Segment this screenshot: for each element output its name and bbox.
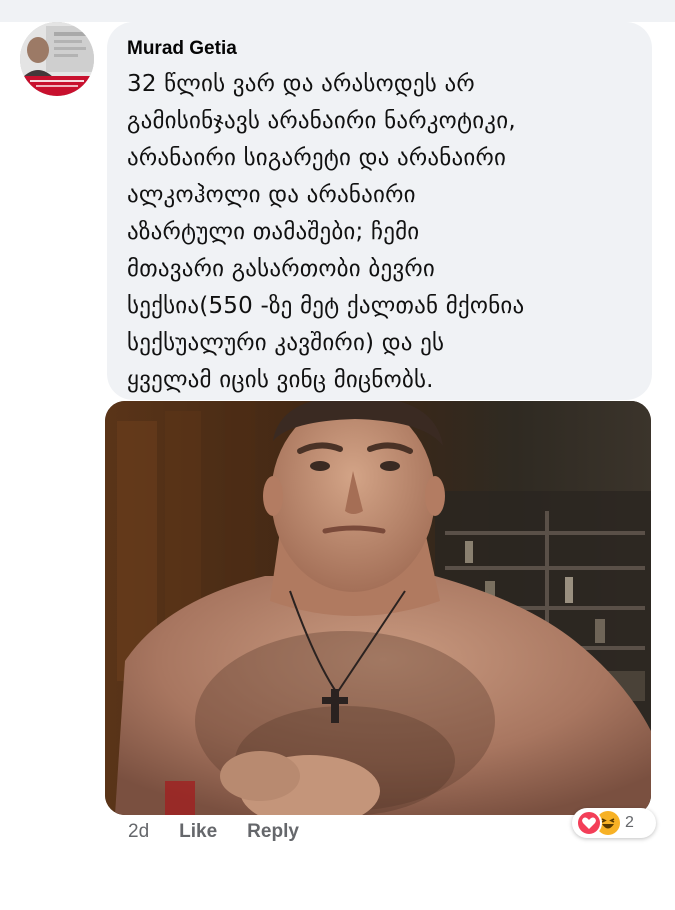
bottom-blank-area bbox=[0, 845, 675, 910]
love-reaction-icon bbox=[576, 810, 602, 836]
profile-avatar[interactable] bbox=[20, 22, 94, 96]
reaction-count: 2 bbox=[625, 814, 634, 831]
comment-author-name[interactable]: Murad Getia bbox=[127, 38, 632, 60]
reactions-badge[interactable]: 2 bbox=[572, 808, 656, 838]
comment-photo[interactable] bbox=[105, 401, 651, 815]
avatar-image bbox=[20, 22, 94, 96]
comment-bubble: Murad Getia 32 წლის ვარ და არასოდეს არ გ… bbox=[107, 22, 652, 400]
comment-text: 32 წლის ვარ და არასოდეს არ გამისინჯავს ა… bbox=[127, 71, 525, 393]
top-strip bbox=[0, 0, 675, 22]
like-button[interactable]: Like bbox=[179, 821, 217, 843]
reply-button[interactable]: Reply bbox=[247, 821, 299, 843]
comment-actions: 2d Like Reply bbox=[128, 819, 299, 845]
comment-timestamp[interactable]: 2d bbox=[128, 821, 149, 843]
photo-image bbox=[105, 401, 651, 815]
